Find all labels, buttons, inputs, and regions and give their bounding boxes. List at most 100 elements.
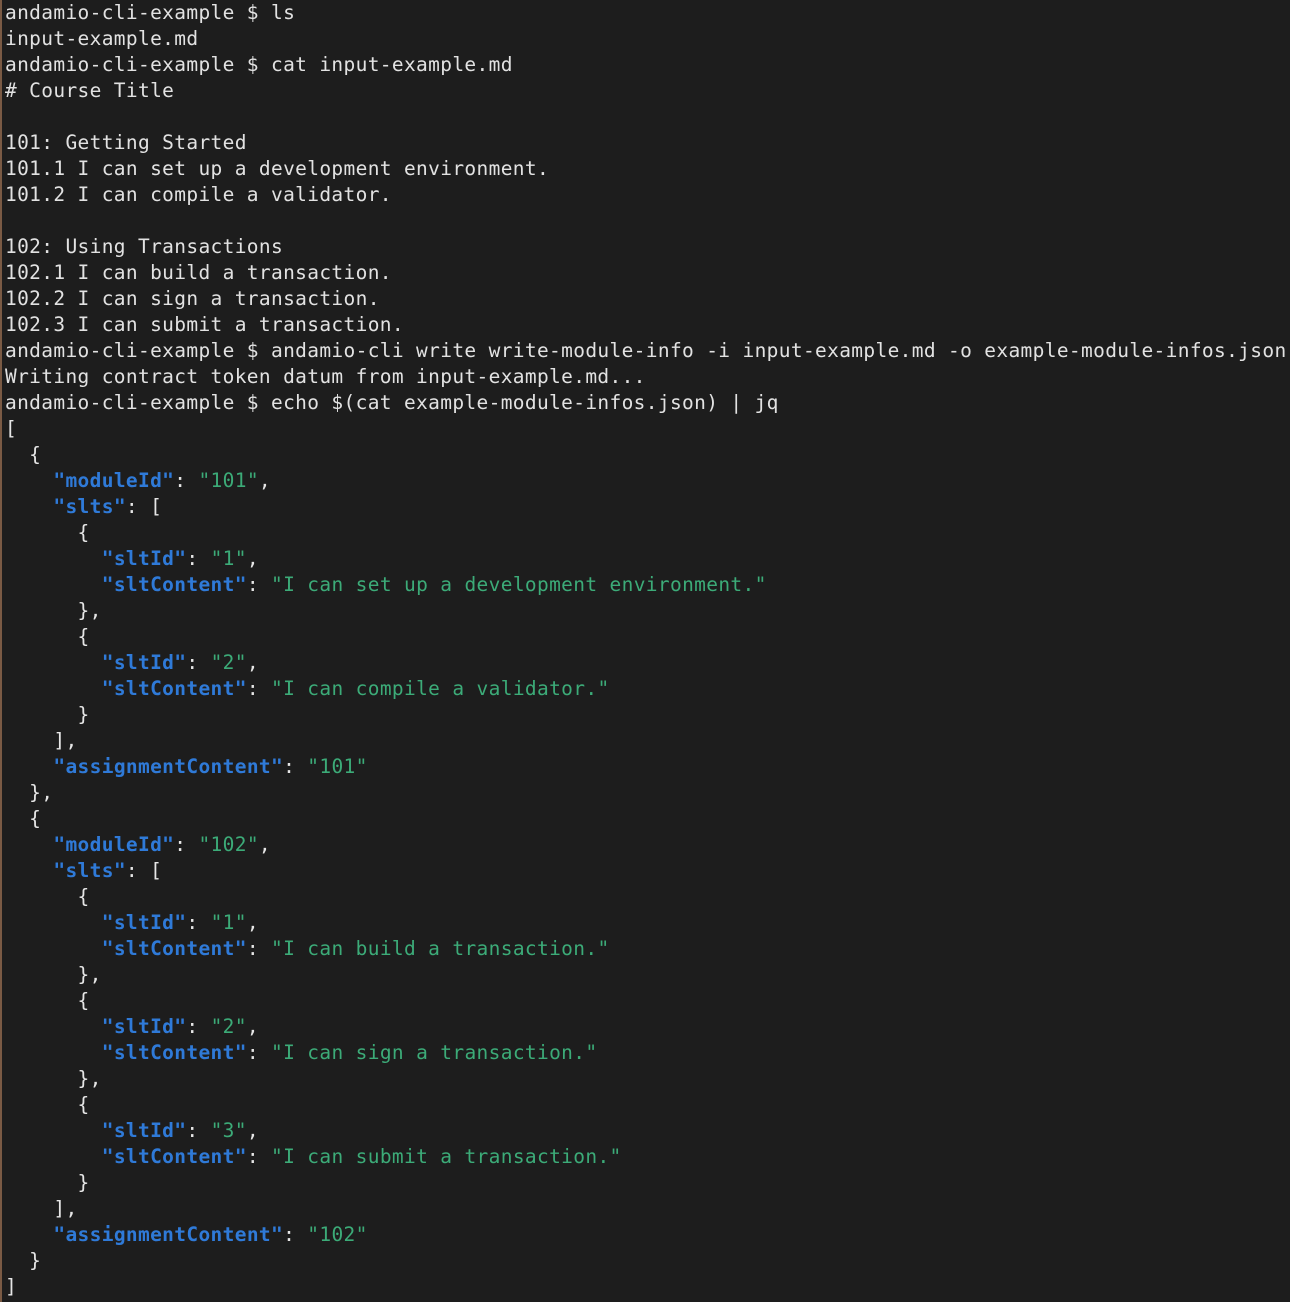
- terminal-line: "sltContent": "I can submit a transactio…: [5, 1144, 1287, 1170]
- output-text: 102.2 I can sign a transaction.: [5, 287, 380, 310]
- terminal-line: 101: Getting Started: [5, 130, 1287, 156]
- json-string: "102": [198, 833, 259, 856]
- output-text: 102.3 I can submit a transaction.: [5, 313, 404, 336]
- command-line-text: andamio-cli-example $ echo $(cat example…: [5, 391, 779, 414]
- json-punctuation: :: [283, 1223, 308, 1246]
- terminal-line: {: [5, 988, 1287, 1014]
- terminal-line: {: [5, 806, 1287, 832]
- json-punctuation: [5, 911, 102, 934]
- terminal-line: },: [5, 598, 1287, 624]
- json-punctuation: :: [186, 547, 211, 570]
- output-text: input-example.md: [5, 27, 199, 50]
- json-key: "sltContent": [101, 937, 247, 960]
- terminal-line: 102.1 I can build a transaction.: [5, 260, 1287, 286]
- output-text: 101: Getting Started: [5, 131, 247, 154]
- json-punctuation: [5, 1223, 53, 1246]
- json-string: "3": [210, 1119, 247, 1142]
- terminal-line: 102.2 I can sign a transaction.: [5, 286, 1287, 312]
- output-text: 101.2 I can compile a validator.: [5, 183, 392, 206]
- terminal-line: },: [5, 962, 1287, 988]
- terminal-line: "sltContent": "I can build a transaction…: [5, 936, 1287, 962]
- json-punctuation: },: [5, 599, 102, 622]
- terminal-line: "assignmentContent": "102": [5, 1222, 1287, 1248]
- terminal-line: {: [5, 884, 1287, 910]
- json-punctuation: }: [5, 1249, 42, 1272]
- terminal-line: ],: [5, 728, 1287, 754]
- terminal-line: andamio-cli-example $ andamio-cli write …: [5, 338, 1287, 364]
- json-punctuation: }: [5, 1171, 90, 1194]
- json-string: "2": [210, 651, 247, 674]
- json-punctuation: :: [246, 677, 272, 700]
- json-punctuation: ,: [246, 651, 259, 674]
- json-string: "I can sign a transaction.": [271, 1041, 598, 1064]
- json-punctuation: ,: [246, 911, 259, 934]
- terminal-window[interactable]: andamio-cli-example $ ls input-example.md…: [0, 0, 1290, 1302]
- terminal-line: }: [5, 1248, 1287, 1274]
- json-punctuation: ],: [5, 1197, 78, 1220]
- json-key: "sltId": [101, 911, 187, 934]
- terminal-line: },: [5, 1066, 1287, 1092]
- output-text: 102: Using Transactions: [5, 235, 284, 258]
- terminal-line: andamio-cli-example $ echo $(cat example…: [5, 390, 1287, 416]
- terminal-line: "sltId": "2",: [5, 650, 1287, 676]
- terminal-line: "sltId": "1",: [5, 910, 1287, 936]
- command-line-text: andamio-cli-example $ andamio-cli write …: [5, 339, 1287, 362]
- json-punctuation: :: [174, 469, 199, 492]
- json-string: "I can set up a development environment.…: [271, 573, 767, 596]
- json-key: "slts": [53, 859, 126, 882]
- json-punctuation: ,: [246, 547, 259, 570]
- json-string: "1": [210, 547, 247, 570]
- terminal-line: ],: [5, 1196, 1287, 1222]
- json-punctuation: [5, 859, 53, 882]
- terminal-line: "sltContent": "I can compile a validator…: [5, 676, 1287, 702]
- json-punctuation: ],: [5, 729, 78, 752]
- json-string: "I can compile a validator.": [271, 677, 610, 700]
- output-text: Writing contract token datum from input-…: [5, 365, 646, 388]
- json-punctuation: {: [5, 625, 90, 648]
- json-punctuation: :: [246, 573, 272, 596]
- terminal-line: },: [5, 780, 1287, 806]
- terminal-line: "sltId": "3",: [5, 1118, 1287, 1144]
- output-text: 101.1 I can set up a development environ…: [5, 157, 550, 180]
- json-punctuation: {: [5, 443, 42, 466]
- json-punctuation: [5, 651, 102, 674]
- json-string: "101": [198, 469, 259, 492]
- json-punctuation: }: [5, 703, 90, 726]
- terminal-line: {: [5, 442, 1287, 468]
- json-punctuation: :: [246, 1145, 272, 1168]
- terminal-line: andamio-cli-example $ cat input-example.…: [5, 52, 1287, 78]
- json-punctuation: [: [5, 417, 18, 440]
- terminal-output: andamio-cli-example $ ls input-example.md…: [5, 0, 1287, 1300]
- json-punctuation: [5, 573, 102, 596]
- json-string: "I can submit a transaction.": [271, 1145, 622, 1168]
- json-key: "moduleId": [53, 833, 175, 856]
- terminal-line: ]: [5, 1274, 1287, 1300]
- terminal-line: 101.1 I can set up a development environ…: [5, 156, 1287, 182]
- json-punctuation: [5, 1145, 102, 1168]
- json-punctuation: {: [5, 521, 90, 544]
- json-punctuation: },: [5, 963, 102, 986]
- json-punctuation: :: [186, 651, 211, 674]
- json-key: "slts": [53, 495, 126, 518]
- json-punctuation: {: [5, 1093, 90, 1116]
- json-key: "sltId": [101, 547, 187, 570]
- json-key: "moduleId": [53, 469, 175, 492]
- json-punctuation: :: [246, 937, 272, 960]
- terminal-line: }: [5, 1170, 1287, 1196]
- terminal-line: "sltContent": "I can set up a developmen…: [5, 572, 1287, 598]
- json-key: "sltContent": [101, 677, 247, 700]
- json-punctuation: [5, 1119, 102, 1142]
- json-punctuation: :: [186, 1015, 211, 1038]
- json-punctuation: [5, 937, 102, 960]
- terminal-line: "sltContent": "I can sign a transaction.…: [5, 1040, 1287, 1066]
- terminal-line: andamio-cli-example $ ls: [5, 0, 1287, 26]
- terminal-line: {: [5, 1092, 1287, 1118]
- command-line-text: andamio-cli-example $ ls: [5, 1, 296, 24]
- json-punctuation: [5, 1015, 102, 1038]
- command-line-text: andamio-cli-example $ cat input-example.…: [5, 53, 513, 76]
- json-key: "sltContent": [101, 1145, 247, 1168]
- json-punctuation: : [: [125, 859, 163, 882]
- json-punctuation: [5, 1041, 102, 1064]
